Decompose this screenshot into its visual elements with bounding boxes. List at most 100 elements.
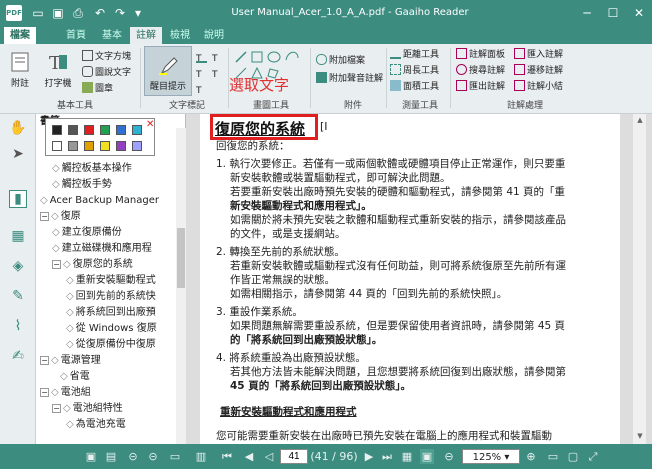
first-page-icon[interactable]: ⏮: [220, 449, 234, 464]
bookmark-item[interactable]: ◇ 回到先前的系統快: [66, 290, 156, 304]
bookmark-item[interactable]: − ◇ 復原: [40, 210, 81, 224]
open-icon[interactable]: ▭: [30, 5, 46, 21]
color-swatch[interactable]: [68, 141, 78, 151]
layers-icon[interactable]: ◈: [9, 258, 27, 276]
bookmark-item[interactable]: ◇ 將系統回到出廠預: [66, 306, 156, 320]
text-line[interactable]: 的文件，或是支援網站。: [230, 228, 346, 241]
stamp-button[interactable]: 圖章: [82, 82, 113, 96]
bookmark-item[interactable]: − ◇ 電池組特性: [52, 402, 123, 416]
comment-summary-button[interactable]: 註解小結: [514, 80, 563, 94]
tab-basic[interactable]: 基本: [96, 27, 128, 44]
collapse-icon[interactable]: −: [40, 212, 49, 221]
zoom-select[interactable]: 125% ▾: [462, 449, 520, 464]
comment-panel-button[interactable]: 註解面板: [456, 48, 505, 62]
comments-icon[interactable]: ✎: [9, 288, 27, 306]
text-line[interactable]: 3. 重設作業系統。: [216, 306, 303, 319]
export-comment-button[interactable]: 匯出註解: [456, 80, 505, 94]
typewriter-button[interactable]: T 打字機: [38, 50, 78, 89]
text-line[interactable]: 作皆正常無誤的狀態。: [230, 274, 335, 287]
bookmark-item[interactable]: ◇ 從復原備份中復原: [66, 338, 156, 352]
tab-comment[interactable]: 註解: [130, 27, 162, 44]
color-swatch[interactable]: [100, 125, 110, 135]
bookmark-item[interactable]: ◇ 建立磁碟機和應用程: [52, 242, 152, 256]
text-line[interactable]: 若其他方法皆未能解決問題，且您想要將系統回復到出廠狀態，請參閱第: [230, 366, 566, 379]
signature-icon[interactable]: ✍: [9, 348, 27, 366]
view-mode-icon[interactable]: ▣: [420, 449, 434, 464]
bookmarks-scrollbar[interactable]: [176, 128, 186, 444]
bookmark-item[interactable]: ◇ 為電池充電: [66, 418, 126, 432]
previous-view-icon[interactable]: ⊝: [126, 449, 140, 464]
next-view-icon[interactable]: ⊝: [146, 449, 160, 464]
text-line[interactable]: 45 頁的「將系統回到出廠預設狀態」。: [230, 380, 411, 393]
fit-width-icon[interactable]: ▭: [546, 449, 560, 464]
highlight-button[interactable]: 醒目提示: [144, 46, 192, 96]
collapse-icon[interactable]: −: [52, 260, 61, 269]
collapse-icon[interactable]: −: [40, 356, 49, 365]
text-line[interactable]: 新安裝驅動程式和應用程式」。: [230, 200, 372, 213]
bookmark-item[interactable]: − ◇ 電池組: [40, 386, 91, 400]
color-swatch[interactable]: [116, 125, 126, 135]
area-tool-button[interactable]: 面積工具: [390, 80, 439, 94]
bookmark-item[interactable]: − ◇ 電源管理: [40, 354, 101, 368]
text-line[interactable]: 若要重新安裝出廠時預先安裝的硬體和驅動程式，請參閱第 41 頁的「重: [230, 186, 565, 199]
bookmark-item[interactable]: ◇ 省電: [60, 370, 90, 384]
text-line[interactable]: 若重新安裝軟體或驅動程式沒有任何助益，則可將系統復原至先前所有運: [230, 260, 566, 273]
bookmark-item[interactable]: ◇ 觸控板基本操作: [52, 162, 132, 176]
last-page-icon[interactable]: ⏭: [380, 449, 394, 464]
squiggly-text-button[interactable]: T: [212, 66, 225, 80]
fullscreen-icon[interactable]: ⤢: [586, 449, 600, 464]
facing-icon[interactable]: ▦: [400, 449, 414, 464]
text-line[interactable]: 回復您的系統：: [216, 140, 290, 153]
color-swatch[interactable]: [132, 141, 142, 151]
text-line[interactable]: 如需關於將未預先安裝之軟體和驅動程式重新安裝的指示，請參閱該產品: [230, 214, 566, 227]
text-line[interactable]: 如果問題無解需要重設系統，但是要保留使用者資訊時，請參閱第 45 頁: [230, 320, 565, 333]
migrate-comment-button[interactable]: 遷移註解: [514, 64, 563, 78]
document-scrollbar[interactable]: ▲ ▼: [632, 114, 646, 444]
rotate-icon[interactable]: ▥: [194, 449, 208, 464]
attach-sound-button[interactable]: 附加聲音註解: [316, 72, 383, 86]
perimeter-tool-button[interactable]: 周長工具: [390, 64, 439, 78]
fit-page-icon[interactable]: ▭: [168, 449, 182, 464]
note-button[interactable]: 附註: [6, 50, 34, 89]
layout-continuous-icon[interactable]: ▤: [104, 449, 118, 464]
text-line[interactable]: 如需相關指示，請參閱第 44 頁的「回到先前的系統快照」。: [230, 288, 507, 301]
text-line[interactable]: 您可能需要重新安裝在出廠時已預先安裝在電腦上的應用程式和裝置驅動: [216, 430, 552, 443]
text-line[interactable]: 的「將系統回到出廠預設狀態」。: [230, 334, 382, 347]
undo-icon[interactable]: ↶: [92, 5, 108, 21]
callout-button[interactable]: 圖說文字: [82, 66, 131, 80]
actual-size-icon[interactable]: ▢: [566, 449, 580, 464]
thumbnails-icon[interactable]: ▦: [9, 228, 27, 246]
maximize-icon[interactable]: ☐: [600, 0, 626, 26]
tab-home[interactable]: 首頁: [60, 27, 92, 44]
scroll-down-icon[interactable]: ▼: [635, 432, 645, 442]
next-page-icon[interactable]: ▶: [362, 449, 376, 464]
tab-help[interactable]: 說明: [198, 27, 230, 44]
color-swatch[interactable]: [84, 141, 94, 151]
bookmark-icon[interactable]: ▮: [9, 190, 27, 208]
attachments-icon[interactable]: ⌇: [9, 318, 27, 336]
bookmark-item[interactable]: ◇ 建立復原備份: [52, 226, 122, 240]
import-comment-button[interactable]: 匯入註解: [514, 48, 563, 62]
distance-tool-button[interactable]: 距離工具: [390, 48, 439, 62]
attach-file-button[interactable]: 附加檔案: [316, 54, 365, 68]
layout-single-icon[interactable]: ▣: [84, 449, 98, 464]
scroll-up-icon[interactable]: ▲: [635, 116, 645, 126]
text-box-button[interactable]: 文字方塊: [82, 50, 131, 64]
underline-text-button[interactable]: T: [196, 50, 209, 64]
page-heading[interactable]: 復原您的系統: [215, 118, 305, 139]
color-swatch[interactable]: [52, 125, 62, 135]
minimize-icon[interactable]: ─: [574, 0, 600, 26]
search-comment-button[interactable]: 搜尋註解: [456, 64, 505, 78]
zoom-out-icon[interactable]: ⊖: [442, 449, 456, 464]
hand-tool-icon[interactable]: ✋: [9, 120, 27, 138]
color-swatch[interactable]: [84, 125, 94, 135]
color-swatch[interactable]: [52, 141, 62, 151]
page-number-input[interactable]: [280, 449, 308, 464]
bookmark-item[interactable]: − ◇ 復原您的系統: [52, 258, 133, 272]
section-heading[interactable]: 重新安裝驅動程式和應用程式: [220, 406, 357, 419]
prev-page-icon[interactable]: ◀: [242, 449, 256, 464]
color-swatch[interactable]: [116, 141, 126, 151]
collapse-icon[interactable]: −: [52, 404, 61, 413]
close-icon[interactable]: ✕: [146, 119, 154, 130]
bookmark-item[interactable]: ◇ Acer Backup Manager: [40, 194, 159, 208]
